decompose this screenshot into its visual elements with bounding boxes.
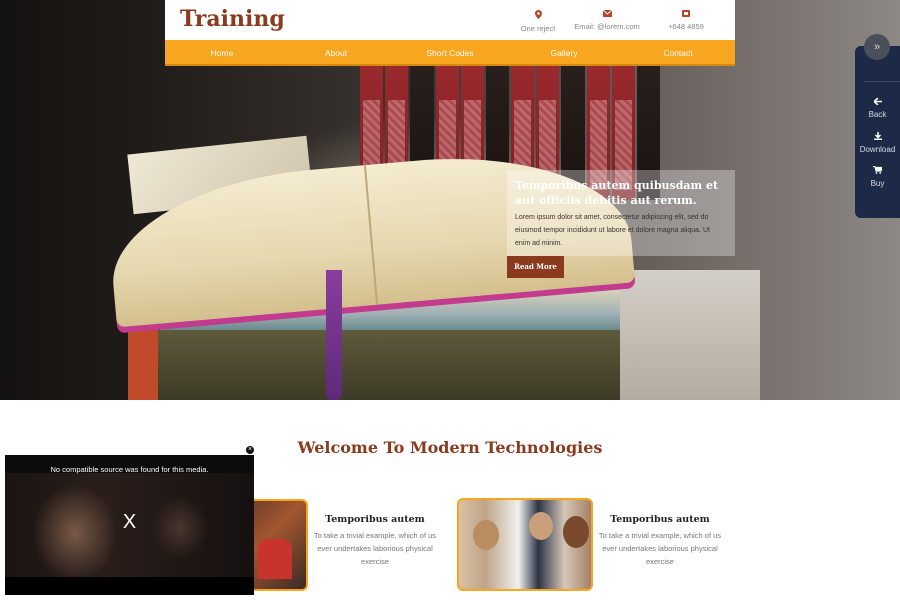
video-dismiss-x[interactable]: X <box>5 511 254 534</box>
divider <box>864 81 900 82</box>
side-buy-button[interactable]: Buy <box>855 165 900 188</box>
card-title-1: Temporibus autem <box>325 514 425 525</box>
contact-phone: +648 4859 <box>659 10 713 31</box>
site-header: Training One reject Email: @lorem.com +6… <box>165 0 735 66</box>
phone-icon <box>659 10 713 19</box>
nav-home[interactable]: Home <box>165 40 279 64</box>
video-error-message: No compatible source was found for this … <box>50 465 209 474</box>
map-marker-icon <box>515 10 561 21</box>
double-chevron-icon[interactable]: » <box>864 34 890 60</box>
card-image-2 <box>457 498 593 591</box>
card-title-2: Temporibus autem <box>610 514 710 525</box>
card-text-2: To take a trivial example, which of us e… <box>598 531 722 566</box>
hero-caption: Temporibus autem quibusdam et aut offici… <box>507 170 735 256</box>
video-popup[interactable]: No compatible source was found for this … <box>5 455 254 595</box>
close-icon[interactable]: × <box>245 445 255 455</box>
video-controls-bar[interactable] <box>5 577 254 595</box>
hero-text: Lorem ipsum dolor sit amet, consectetur … <box>515 214 710 247</box>
card-text-1: To take a trivial example, which of us e… <box>313 531 437 566</box>
nav-short-codes[interactable]: Short Codes <box>393 40 507 64</box>
cart-icon <box>855 165 900 176</box>
bookmark-ribbon <box>326 270 342 400</box>
nav-about[interactable]: About <box>279 40 393 64</box>
hero-title: Temporibus autem quibusdam et aut offici… <box>515 179 719 207</box>
site-logo[interactable]: Training <box>180 6 285 32</box>
read-more-button[interactable]: Read More <box>507 256 564 278</box>
download-icon <box>855 132 900 142</box>
arrow-left-icon <box>855 97 900 107</box>
main-nav: Home About Short Codes Gallery Contact <box>165 40 735 66</box>
side-download-button[interactable]: Download <box>855 132 900 154</box>
nav-contact[interactable]: Contact <box>621 40 735 64</box>
side-back-button[interactable]: Back <box>855 97 900 119</box>
contact-email: Email: @lorem.com <box>569 9 645 31</box>
contact-address: One reject <box>515 10 561 33</box>
nav-gallery[interactable]: Gallery <box>507 40 621 64</box>
envelope-icon <box>569 9 645 19</box>
